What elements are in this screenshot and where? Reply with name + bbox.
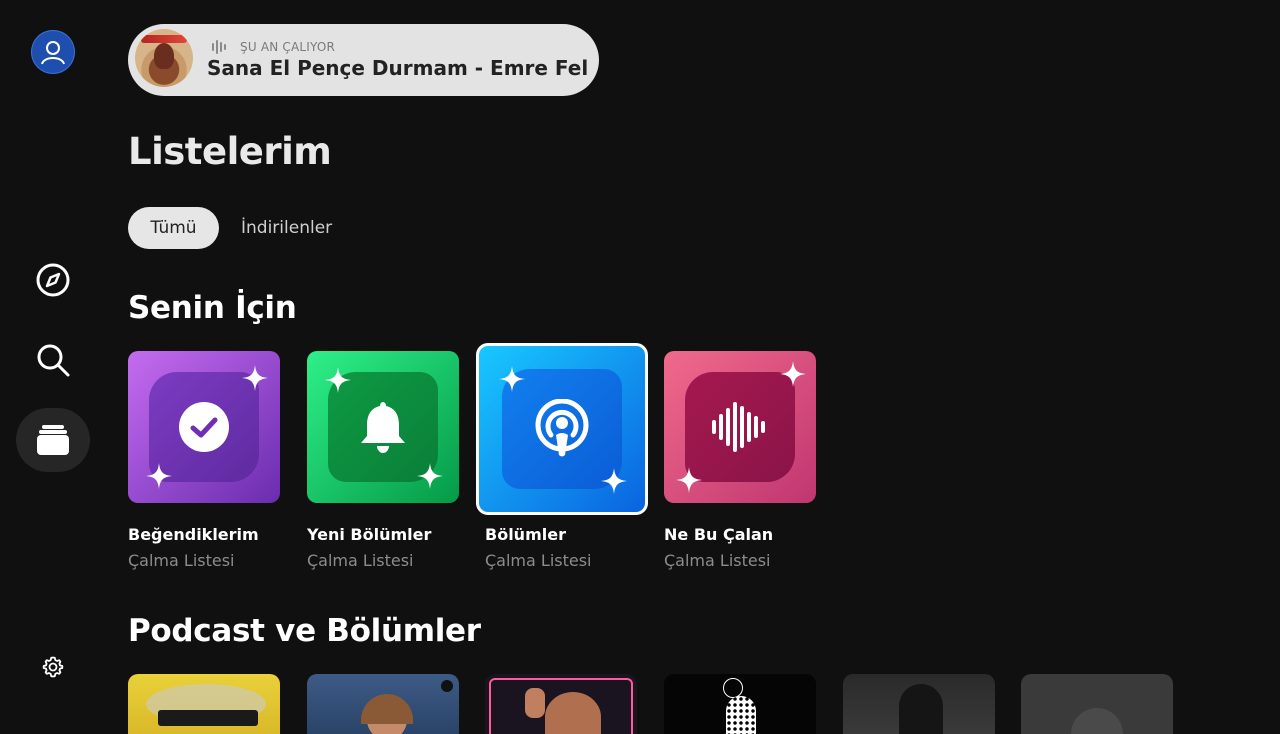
page-title: Listelerim <box>128 130 332 173</box>
podcast-tile[interactable] <box>664 674 816 734</box>
equalizer-icon <box>212 40 226 54</box>
playlist-card-episodes[interactable] <box>476 343 648 515</box>
playlist-card-new-episodes[interactable] <box>307 351 459 503</box>
playlist-subtitle: Çalma Listesi <box>664 551 771 570</box>
sparkle-icon <box>780 361 806 387</box>
section-title-podcasts: Podcast ve Bölümler <box>128 613 481 649</box>
sparkle-icon <box>325 367 351 393</box>
playlist-subtitle: Çalma Listesi <box>307 551 414 570</box>
now-playing-artwork <box>135 29 193 87</box>
now-playing-label: ŞU AN ÇALIYOR <box>240 40 336 54</box>
playlist-card-likes[interactable] <box>128 351 280 503</box>
soundwave-icon <box>711 401 765 452</box>
search-button[interactable] <box>33 340 73 380</box>
explore-button[interactable] <box>33 260 73 300</box>
sparkle-icon <box>417 463 443 489</box>
playlist-card-what-is-playing[interactable] <box>664 351 816 503</box>
podcast-tile[interactable] <box>128 674 280 734</box>
playlist-subtitle: Çalma Listesi <box>128 551 235 570</box>
filter-chip-downloads[interactable]: İndirilenler <box>241 207 332 249</box>
library-button[interactable] <box>16 408 90 472</box>
podcast-tile[interactable] <box>485 674 637 734</box>
compass-icon <box>36 263 70 297</box>
profile-avatar-button[interactable] <box>31 30 75 74</box>
podcast-tile[interactable] <box>307 674 459 734</box>
sparkle-icon <box>242 365 268 391</box>
playlist-title: Yeni Bölümler <box>307 525 432 544</box>
sparkle-icon <box>676 467 702 493</box>
sparkle-icon <box>146 463 172 489</box>
gear-icon <box>42 656 64 678</box>
podcast-tile[interactable] <box>843 674 995 734</box>
playlist-title: Bölümler <box>485 525 566 544</box>
settings-button[interactable] <box>40 654 66 680</box>
filter-chip-all[interactable]: Tümü <box>128 207 219 249</box>
playlist-subtitle: Çalma Listesi <box>485 551 592 570</box>
sparkle-icon <box>601 468 627 494</box>
sparkle-icon <box>499 366 525 392</box>
podcast-tile[interactable] <box>1021 674 1173 734</box>
podcast-icon <box>535 398 589 457</box>
section-title-for-you: Senin İçin <box>128 290 297 326</box>
playlist-title: Beğendiklerim <box>128 525 259 544</box>
user-avatar-icon <box>41 41 65 65</box>
playlist-title: Ne Bu Çalan <box>664 525 774 544</box>
check-circle-icon <box>178 401 229 452</box>
bell-icon <box>360 401 405 453</box>
library-icon <box>37 425 69 455</box>
now-playing-title: Sana El Pençe Durmam - Emre Fel <box>207 56 589 80</box>
search-icon <box>37 344 70 377</box>
now-playing-bar[interactable]: ŞU AN ÇALIYOR Sana El Pençe Durmam - Emr… <box>128 24 599 96</box>
